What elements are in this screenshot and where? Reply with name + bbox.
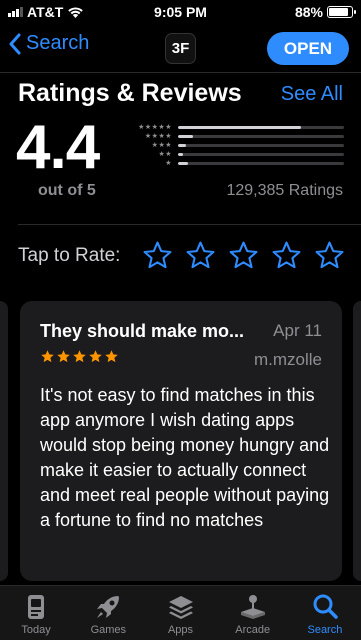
- section-title: Ratings & Reviews: [18, 79, 242, 107]
- histogram-bar: [178, 135, 193, 138]
- app-icon: 3F: [165, 33, 196, 64]
- histogram-bar: [178, 144, 187, 147]
- average-rating: 4.4: [16, 113, 100, 182]
- joystick-icon: [240, 595, 265, 619]
- tab-label: Games: [90, 624, 127, 636]
- open-button[interactable]: OPEN: [267, 32, 349, 65]
- review-star-rating: [40, 349, 119, 364]
- histogram-row: ★★★★: [128, 132, 344, 141]
- battery-percent: 88%: [294, 4, 323, 20]
- tap-star-4-icon[interactable]: [271, 240, 302, 271]
- tap-star-5-icon[interactable]: [314, 240, 345, 271]
- review-date: Apr 11: [273, 321, 322, 340]
- rating-histogram: ★★★★★ ★★★★ ★★★ ★★ ★: [128, 123, 344, 168]
- tab-arcade[interactable]: Arcade: [217, 586, 289, 640]
- tab-label: Today: [21, 624, 51, 636]
- tap-star-2-icon[interactable]: [185, 240, 216, 271]
- histogram-row: ★★★: [128, 141, 344, 150]
- histogram-stars-label: ★★: [158, 151, 172, 158]
- tap-star-3-icon[interactable]: [228, 240, 259, 271]
- histogram-stars-label: ★★★★: [144, 133, 172, 140]
- status-bar: AT&T 9:05 PM 88%: [0, 0, 361, 24]
- nav-bar: Search 3F OPEN: [0, 26, 361, 70]
- today-icon: [28, 595, 45, 619]
- histogram-stars-label: ★★★: [151, 142, 172, 149]
- see-all-link[interactable]: See All: [281, 83, 343, 106]
- histogram-bar: [178, 126, 301, 129]
- tab-label: Apps: [167, 624, 194, 636]
- battery-icon: [327, 6, 356, 18]
- review-card[interactable]: They should make mo... Apr 11 m.mzolle I…: [20, 301, 342, 581]
- histogram-bar: [178, 153, 183, 156]
- tab-label: Arcade: [235, 624, 271, 636]
- histogram-stars-label: ★★★★★: [138, 124, 172, 131]
- tap-to-rate-stars: [142, 240, 345, 271]
- tab-today[interactable]: Today: [0, 586, 72, 640]
- review-star-icon: [41, 350, 54, 363]
- tab-bar: Today Games Apps Arcade Search: [0, 585, 361, 640]
- rocket-icon: [97, 596, 120, 618]
- tap-star-1-icon[interactable]: [142, 240, 173, 271]
- review-author: m.mzolle: [253, 350, 322, 369]
- search-icon: [313, 594, 338, 619]
- tab-search[interactable]: Search: [289, 586, 361, 640]
- chevron-left-icon: [9, 33, 21, 54]
- nav-divider: [0, 72, 361, 73]
- histogram-row: ★★: [128, 150, 344, 159]
- rating-count: 129,385 Ratings: [226, 182, 343, 199]
- back-button[interactable]: Search: [8, 32, 89, 55]
- histogram-row: ★★★★★: [128, 123, 344, 132]
- review-star-icon: [73, 350, 86, 363]
- tab-games[interactable]: Games: [72, 586, 144, 640]
- review-title: They should make mo...: [40, 321, 245, 341]
- histogram-row: ★: [128, 159, 344, 168]
- review-star-icon: [105, 350, 118, 363]
- section-divider: [18, 224, 361, 225]
- histogram-bar: [178, 162, 188, 165]
- previous-review-card[interactable]: [0, 301, 8, 581]
- histogram-stars-label: ★: [165, 160, 172, 167]
- review-body: It's not easy to find matches in this ap…: [40, 385, 330, 530]
- next-review-card[interactable]: [353, 301, 361, 581]
- status-right: 88%: [294, 4, 356, 20]
- tap-to-rate-label: Tap to Rate:: [18, 245, 121, 266]
- tab-label: Search: [307, 624, 343, 636]
- out-of-label: out of 5: [38, 182, 96, 199]
- tab-apps[interactable]: Apps: [144, 586, 216, 640]
- back-label: Search: [26, 32, 90, 54]
- review-star-icon: [57, 350, 70, 363]
- review-star-icon: [89, 350, 102, 363]
- layers-icon: [168, 596, 193, 619]
